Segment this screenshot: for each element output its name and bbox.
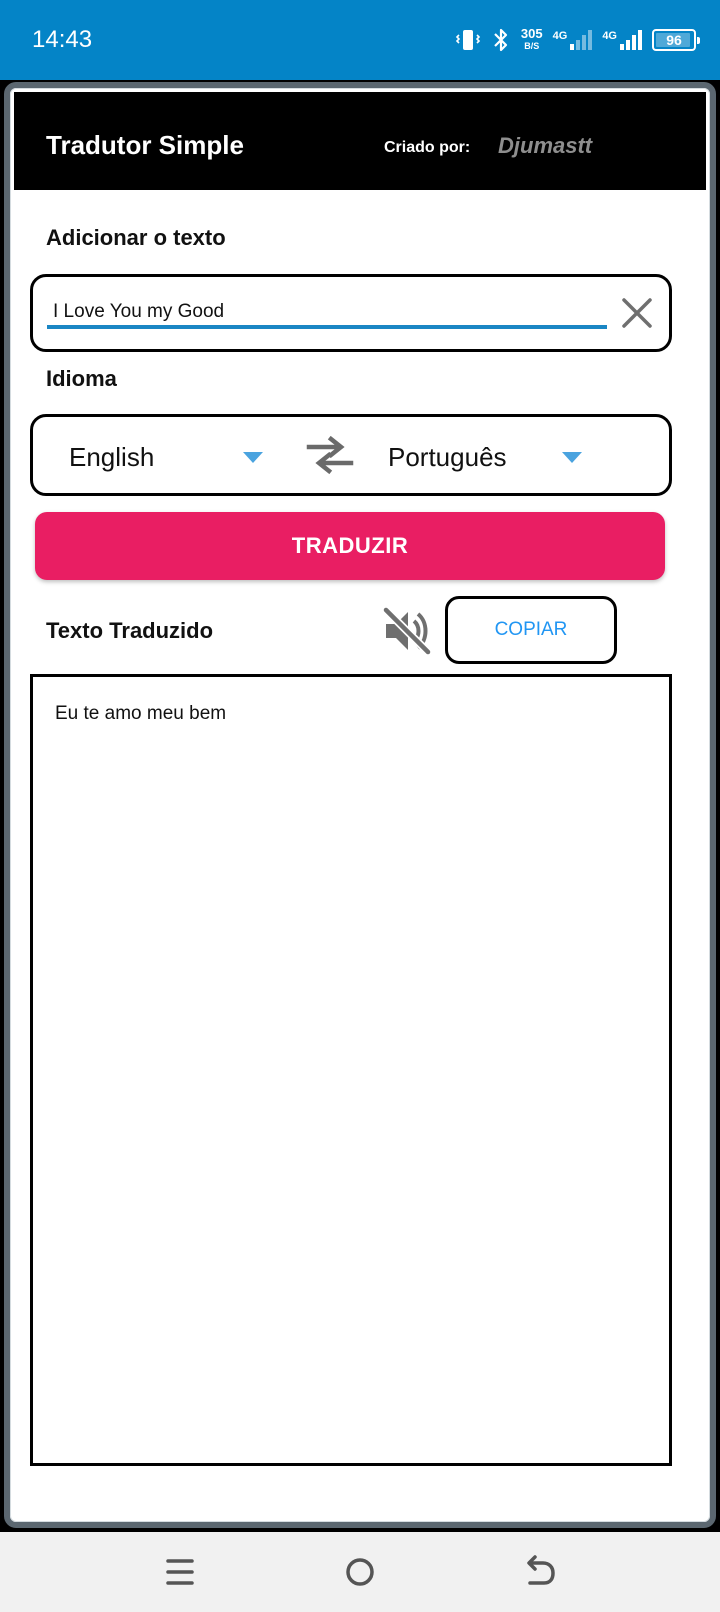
navigation-bar xyxy=(0,1532,720,1612)
target-language-dropdown[interactable]: Português xyxy=(388,439,582,475)
app-window: Tradutor Simple Criado por: Djumastt Adi… xyxy=(4,82,716,1528)
status-icons: 305 B/S 4G 4G 96 xyxy=(455,22,700,58)
sim2-network-label: 4G xyxy=(602,30,617,42)
network-speed-unit: B/S xyxy=(524,41,540,51)
network-speed-value: 305 xyxy=(520,26,543,41)
network-speed: 305 B/S xyxy=(520,26,543,52)
translate-button[interactable]: TRADUZIR xyxy=(35,512,665,580)
signal-sim1-icon: 4G xyxy=(553,30,593,50)
creator-label: Criado por: xyxy=(384,139,471,156)
chevron-down-icon xyxy=(243,451,263,463)
app-title: Tradutor Simple xyxy=(46,130,244,160)
status-bar: 14:43 305 B/S 4G 4G 96 xyxy=(0,0,720,80)
source-language-value: English xyxy=(69,441,155,472)
bluetooth-icon xyxy=(494,28,508,52)
battery-icon: 96 xyxy=(652,29,700,51)
volume-off-icon[interactable] xyxy=(380,604,434,658)
status-time: 14:43 xyxy=(32,26,93,53)
creator-name: Djumastt xyxy=(498,133,593,158)
input-section-label: Adicionar o texto xyxy=(46,225,226,250)
source-language-dropdown[interactable]: English xyxy=(69,439,263,475)
target-language-value: Português xyxy=(388,441,507,472)
language-section-label: Idioma xyxy=(46,366,117,391)
translated-text: Eu te amo meu bem xyxy=(55,703,227,724)
text-input-container xyxy=(30,274,672,352)
swap-horizontal-icon[interactable] xyxy=(305,433,355,477)
signal-sim2-icon: 4G xyxy=(602,30,642,50)
menu-icon[interactable] xyxy=(160,1552,200,1592)
output-section-label: Texto Traduzido xyxy=(46,618,214,643)
close-icon[interactable] xyxy=(619,295,655,331)
home-icon[interactable] xyxy=(340,1552,380,1592)
app-bar: Tradutor Simple Criado por: Djumastt xyxy=(14,92,706,190)
vibrate-icon xyxy=(455,30,481,50)
language-container: English Português xyxy=(30,414,672,496)
chevron-down-icon xyxy=(562,451,582,463)
sim1-network-label: 4G xyxy=(552,30,568,42)
battery-level: 96 xyxy=(666,32,682,48)
copy-button[interactable]: COPIAR xyxy=(445,596,617,664)
translated-text-box[interactable]: Eu te amo meu bem xyxy=(30,674,672,1466)
source-text-input[interactable] xyxy=(47,291,607,329)
back-icon[interactable] xyxy=(520,1552,560,1592)
